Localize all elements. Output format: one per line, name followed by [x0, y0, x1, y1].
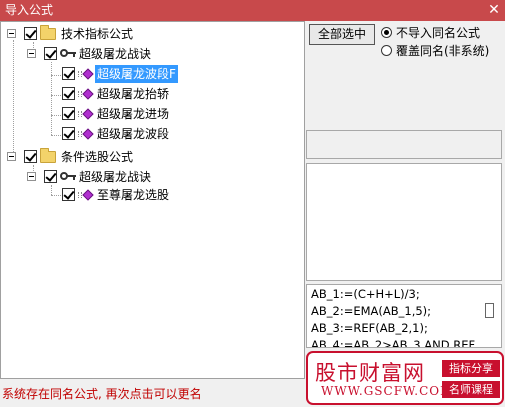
watermark-badge: 指标分享: [442, 360, 500, 377]
tree-node-label: 技术指标公式: [61, 27, 134, 41]
radio-label: 不导入同名公式: [396, 26, 481, 40]
key-icon: [60, 49, 76, 58]
formula-gem-icon: [78, 67, 94, 81]
watermark-logo: 股市财富网 WWW.GSCFW.COM 指标分享 名师课程: [306, 351, 504, 405]
tree-line: [51, 75, 61, 76]
folder-icon: [40, 148, 56, 163]
checkbox[interactable]: [62, 127, 75, 140]
tree-node-formula[interactable]: 至尊屠龙选股: [62, 186, 297, 204]
tree-line: [51, 115, 61, 116]
tree-node-label: 超级屠龙进场: [97, 107, 170, 121]
radio-no-import[interactable]: 不导入同名公式: [381, 25, 501, 41]
code-line: AB_4:=AB_2>AB_3 AND REF: [311, 338, 476, 348]
tree-node-formula[interactable]: 超级屠龙波段: [62, 125, 297, 143]
watermark-badge: 名师课程: [442, 381, 500, 398]
key-icon: [60, 172, 76, 181]
status-message: 系统存在同名公式, 再次点击可以更名: [2, 387, 202, 401]
tree-node-label: 超级屠龙战诀: [79, 47, 152, 61]
checkbox[interactable]: [62, 107, 75, 120]
tree-line: [51, 95, 61, 96]
checkbox[interactable]: [44, 170, 57, 183]
close-icon[interactable]: ✕: [485, 1, 503, 19]
radio-label: 覆盖同名(非系统): [396, 44, 490, 58]
radio-button[interactable]: [381, 45, 392, 56]
tree-line: [13, 40, 14, 156]
tree-line: [51, 135, 61, 136]
tree-line: [51, 62, 52, 135]
checkbox[interactable]: [62, 67, 75, 80]
collapse-icon[interactable]: [27, 172, 36, 181]
formula-tree[interactable]: 技术指标公式 超级屠龙战诀 超级屠龙波段F 超级屠龙抬轿 超级屠龙进场 超级屠龙…: [0, 21, 305, 379]
tree-node-formula[interactable]: 超级屠龙进场: [62, 105, 297, 123]
tree-node-group[interactable]: 超级屠龙战诀: [27, 168, 297, 186]
tree-node-label: 超级屠龙抬轿: [97, 87, 170, 101]
checkbox[interactable]: [44, 47, 57, 60]
checkbox[interactable]: [24, 150, 37, 163]
checkbox[interactable]: [24, 27, 37, 40]
select-all-button[interactable]: 全部选中: [309, 24, 375, 45]
checkbox[interactable]: [62, 188, 75, 201]
tree-line: [51, 185, 52, 195]
formula-gem-icon: [78, 107, 94, 121]
collapse-icon[interactable]: [7, 29, 16, 38]
checkbox[interactable]: [62, 87, 75, 100]
radio-overwrite[interactable]: 覆盖同名(非系统): [381, 43, 501, 59]
code-line: AB_2:=EMA(AB_1,5);: [311, 304, 432, 318]
tree-node-tech-indicators[interactable]: 技术指标公式: [7, 25, 297, 43]
formula-code-view[interactable]: AB_1:=(C+H+L)/3; AB_2:=EMA(AB_1,5); AB_3…: [306, 284, 502, 348]
formula-gem-icon: [78, 127, 94, 141]
info-field: [306, 130, 502, 159]
radio-button[interactable]: [381, 27, 392, 38]
collapse-icon[interactable]: [27, 49, 36, 58]
scrollbar-thumb[interactable]: [485, 303, 494, 318]
tree-node-label: 超级屠龙波段: [97, 127, 170, 141]
tree-node-formula[interactable]: 超级屠龙波段F: [62, 65, 297, 83]
watermark-name: 股市财富网: [315, 361, 425, 385]
tree-line: [51, 195, 61, 196]
tree-node-stock-screening[interactable]: 条件选股公式: [7, 148, 297, 166]
tree-node-label: 条件选股公式: [61, 150, 134, 164]
description-area[interactable]: [306, 163, 502, 281]
code-line: AB_1:=(C+H+L)/3;: [311, 287, 420, 301]
title-bar: 导入公式 ✕: [0, 0, 505, 21]
formula-gem-icon: [78, 87, 94, 101]
code-line: AB_3:=REF(AB_2,1);: [311, 321, 428, 335]
tree-node-label: 至尊屠龙选股: [97, 188, 170, 202]
tree-node-label: 超级屠龙波段F: [95, 65, 178, 83]
watermark-url: WWW.GSCFW.COM: [321, 384, 454, 398]
folder-icon: [40, 25, 56, 40]
window-title: 导入公式: [5, 3, 54, 17]
formula-gem-icon: [78, 188, 94, 202]
collapse-icon[interactable]: [7, 152, 16, 161]
tree-node-label: 超级屠龙战诀: [79, 170, 152, 184]
tree-node-group[interactable]: 超级屠龙战诀: [27, 45, 297, 63]
tree-node-formula[interactable]: 超级屠龙抬轿: [62, 85, 297, 103]
